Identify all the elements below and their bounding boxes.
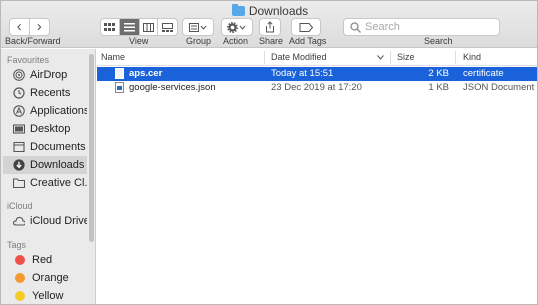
document-icon <box>13 141 25 153</box>
file-size: 1 KB <box>428 82 449 93</box>
sidebar-item-airdrop[interactable]: AirDrop <box>3 66 87 84</box>
sidebar-item-label: Red <box>32 254 53 266</box>
sidebar-item-label: Recents <box>30 87 71 99</box>
grid-icon <box>104 22 116 31</box>
add-tags-button[interactable] <box>291 18 321 36</box>
view-mode-control <box>100 18 178 36</box>
group-icon <box>189 22 207 32</box>
search-placeholder: Search <box>365 21 400 33</box>
view-label: View <box>129 36 149 46</box>
back-forward-control: ‹ › <box>9 18 50 36</box>
toolbar: Downloads ‹ › Back/Forward View Group Ac… <box>1 1 537 48</box>
downloads-folder-icon <box>231 4 245 16</box>
sidebar-item-creative-cloud[interactable]: Creative Cl... <box>3 174 87 192</box>
sidebar-tag-yellow[interactable]: Yellow <box>3 287 87 304</box>
airdrop-icon <box>13 69 25 81</box>
group-label: Group <box>186 36 212 46</box>
search-field[interactable]: Search <box>343 18 500 36</box>
search-label: Search <box>424 36 453 46</box>
desktop-icon <box>13 123 25 135</box>
gallery-icon <box>162 22 174 32</box>
yellow-tag-dot-icon <box>15 291 25 301</box>
table-row[interactable]: aps.cer Today at 15:51 2 KB certificate <box>97 67 537 81</box>
sidebar-item-label: Orange <box>32 272 69 284</box>
applications-icon <box>13 105 25 117</box>
column-header-name[interactable]: Name <box>101 52 125 62</box>
sidebar-item-label: iCloud Drive <box>30 215 87 227</box>
list-icon <box>123 22 135 31</box>
window-title: Downloads <box>1 4 537 18</box>
sidebar-item-label: Yellow <box>32 290 64 302</box>
file-kind: certificate <box>463 68 504 79</box>
file-name: google-services.json <box>129 82 216 93</box>
sidebar-item-applications[interactable]: Applications <box>3 102 87 120</box>
sidebar-item-recents[interactable]: Recents <box>3 84 87 102</box>
gallery-view-button[interactable] <box>158 19 177 35</box>
sidebar-item-downloads[interactable]: Downloads <box>3 156 87 174</box>
column-header-size[interactable]: Size <box>397 52 415 62</box>
sidebar-item-label: Documents <box>30 141 86 153</box>
column-divider <box>455 51 456 64</box>
tags-section-title: Tags <box>7 240 27 250</box>
share-icon <box>266 21 274 33</box>
share-button[interactable] <box>259 18 281 36</box>
sidebar-item-documents[interactable]: Documents <box>3 138 87 156</box>
action-label: Action <box>223 36 249 46</box>
sidebar-item-icloud-drive[interactable]: iCloud Drive <box>3 212 87 230</box>
file-date: Today at 15:51 <box>271 68 334 79</box>
sidebar-tag-red[interactable]: Red <box>3 251 87 269</box>
file-size: 2 KB <box>428 68 449 79</box>
forward-button[interactable]: › <box>30 19 49 35</box>
back-forward-label: Back/Forward <box>5 36 61 46</box>
sidebar-scrollbar[interactable] <box>89 54 94 242</box>
file-kind: JSON Document <box>463 82 535 93</box>
orange-tag-dot-icon <box>15 273 25 283</box>
icon-view-button[interactable] <box>101 19 120 35</box>
sort-chevron-down-icon <box>377 55 384 60</box>
column-divider <box>264 51 265 64</box>
certificate-file-icon <box>115 68 124 79</box>
clock-icon <box>13 87 25 99</box>
tag-icon <box>299 22 313 32</box>
sidebar-item-label: Downloads <box>30 159 85 171</box>
json-file-icon <box>115 82 124 93</box>
back-button[interactable]: ‹ <box>10 19 30 35</box>
file-date: 23 Dec 2019 at 17:20 <box>271 82 362 93</box>
column-header-date[interactable]: Date Modified <box>271 52 327 62</box>
sidebar-item-label: AirDrop <box>30 69 68 81</box>
sidebar-item-label: Applications <box>30 105 87 117</box>
group-button[interactable] <box>182 18 214 36</box>
cloud-icon <box>13 215 25 227</box>
finder-window: Downloads ‹ › Back/Forward View Group Ac… <box>0 0 538 305</box>
download-icon <box>13 159 25 171</box>
list-header: Name Date Modified Size Kind <box>97 49 537 66</box>
column-view-button[interactable] <box>140 19 159 35</box>
add-tags-label: Add Tags <box>289 36 327 46</box>
folder-icon <box>13 177 25 189</box>
file-list: Name Date Modified Size Kind aps.cer Tod… <box>97 49 537 304</box>
favourites-section-title: Favourites <box>7 55 50 65</box>
column-header-kind[interactable]: Kind <box>463 52 481 62</box>
red-tag-dot-icon <box>15 255 25 265</box>
sidebar-tag-orange[interactable]: Orange <box>3 269 87 287</box>
action-button[interactable] <box>221 18 253 36</box>
gear-icon <box>227 21 246 33</box>
file-name: aps.cer <box>129 68 163 79</box>
column-divider <box>390 51 391 64</box>
sidebar-item-desktop[interactable]: Desktop <box>3 120 87 138</box>
sidebar: Favourites AirDrop Recents Applications … <box>1 49 96 304</box>
table-row[interactable]: google-services.json 23 Dec 2019 at 17:2… <box>97 81 537 95</box>
icloud-section-title: iCloud <box>7 201 33 211</box>
sidebar-item-label: Desktop <box>30 123 71 135</box>
share-label: Share <box>259 36 284 46</box>
sidebar-item-label: Creative Cl... <box>30 177 87 189</box>
search-icon <box>350 21 361 33</box>
columns-icon <box>142 22 154 32</box>
list-view-button[interactable] <box>119 19 140 35</box>
